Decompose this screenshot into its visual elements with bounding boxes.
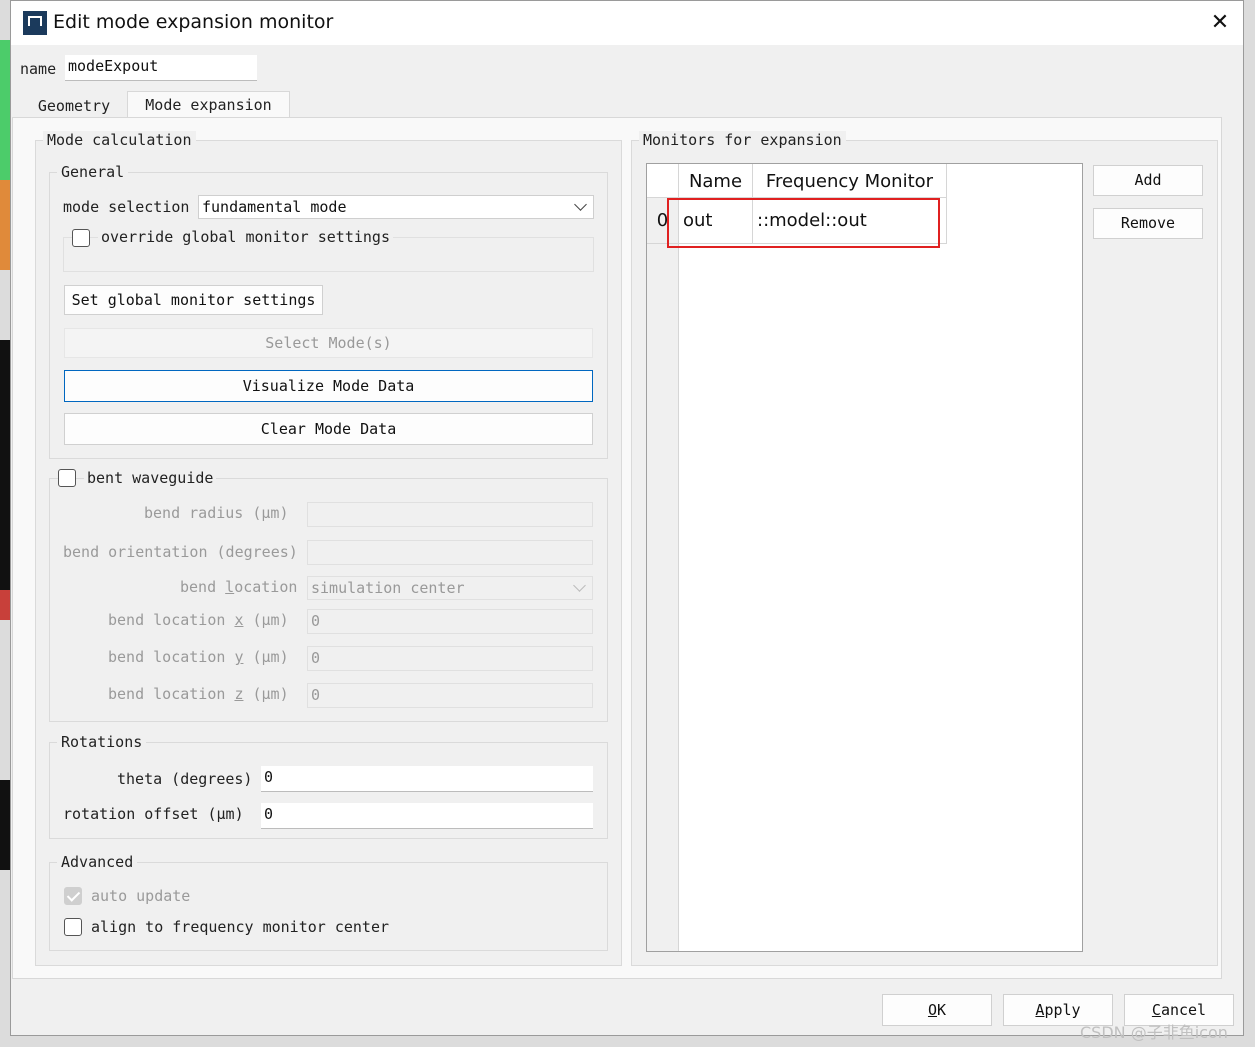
general-title: General	[57, 163, 129, 181]
rotations-title: Rotations	[57, 733, 147, 751]
watermark: CSDN @子非鱼icon	[1080, 1023, 1228, 1042]
close-icon[interactable]: ✕	[1197, 1, 1243, 45]
chevron-down-icon	[573, 579, 586, 592]
bend-z-pre: bend location	[108, 685, 235, 703]
set-global-settings-button[interactable]: Set global monitor settings	[64, 285, 323, 315]
cancel-mnemonic: C	[1151, 1001, 1161, 1019]
mode-calculation-title: Mode calculation	[43, 131, 196, 149]
bend-location-z-input[interactable]: 0	[307, 683, 593, 708]
tab-geometry[interactable]: Geometry	[22, 93, 126, 119]
table-corner	[647, 164, 679, 198]
app-icon	[23, 11, 47, 35]
bend-location-label-pre: bend	[180, 578, 226, 596]
theta-label: theta (degrees)	[117, 770, 253, 788]
bend-location-value: simulation center	[311, 579, 465, 597]
bend-y-post: (μm)	[243, 648, 289, 666]
align-checkbox[interactable]	[64, 918, 82, 936]
auto-update-checkbox[interactable]	[64, 887, 82, 905]
bend-location-label-post: ocation	[234, 578, 298, 596]
chevron-down-icon	[574, 198, 587, 211]
override-label: override global monitor settings	[98, 228, 393, 246]
advanced-title: Advanced	[57, 853, 138, 871]
ok-label-rest: K	[937, 1001, 947, 1019]
visualize-mode-data-button[interactable]: Visualize Mode Data	[64, 370, 593, 402]
tab-mode-expansion[interactable]: Mode expansion	[127, 91, 290, 118]
bend-location-label: bend location	[180, 578, 297, 596]
auto-update-label: auto update	[91, 887, 191, 905]
monitors-title: Monitors for expansion	[639, 131, 846, 149]
bent-waveguide-checkbox[interactable]	[58, 469, 76, 487]
bend-location-z-label: bend location z (μm)	[108, 685, 289, 703]
remove-button[interactable]: Remove	[1093, 208, 1203, 239]
bent-waveguide-label: bent waveguide	[84, 469, 217, 487]
align-label: align to frequency monitor center	[91, 918, 390, 936]
theta-input[interactable]: 0	[261, 766, 593, 792]
bend-y-pre: bend location	[108, 648, 235, 666]
mode-selection-value: fundamental mode	[202, 198, 347, 216]
advanced-group	[49, 862, 608, 951]
bend-x-post: (μm)	[243, 611, 289, 629]
bend-orientation-label: bend orientation (degrees)	[63, 543, 298, 561]
bend-radius-input[interactable]	[307, 502, 593, 527]
cancel-label-rest: ancel	[1160, 1001, 1207, 1019]
monitors-table: Name Frequency Monitor 0 out ::model::ou…	[646, 163, 1083, 952]
bend-z-post: (μm)	[243, 685, 289, 703]
bend-location-x-input[interactable]: 0	[307, 609, 593, 634]
bend-location-x-label: bend location x (μm)	[108, 611, 289, 629]
rotation-offset-label: rotation offset (μm)	[63, 805, 244, 823]
bend-location-label-mnemonic: l	[225, 578, 235, 596]
highlight-box	[667, 198, 940, 248]
column-header-frequency-monitor[interactable]: Frequency Monitor	[753, 164, 947, 198]
apply-label-rest: pply	[1044, 1001, 1081, 1019]
mode-selection-label: mode selection	[63, 198, 190, 216]
add-button[interactable]: Add	[1093, 165, 1203, 196]
row-header-column	[647, 164, 679, 951]
ok-mnemonic: O	[927, 1001, 937, 1019]
name-label: name	[20, 60, 57, 78]
window-title: Edit mode expansion monitor	[53, 11, 334, 33]
clear-mode-data-button[interactable]: Clear Mode Data	[64, 413, 593, 445]
title-bar: Edit mode expansion monitor ✕	[11, 1, 1243, 45]
bend-location-y-input[interactable]: 0	[307, 646, 593, 671]
bend-orientation-input[interactable]	[307, 540, 593, 565]
bend-location-select[interactable]: simulation center	[307, 576, 593, 600]
ok-button[interactable]: OK	[882, 994, 992, 1026]
rotation-offset-input[interactable]: 0	[261, 803, 593, 829]
bend-radius-label: bend radius (μm)	[144, 504, 289, 522]
mode-selection-select[interactable]: fundamental mode	[198, 195, 594, 219]
override-checkbox[interactable]	[72, 229, 90, 247]
column-header-name[interactable]: Name	[679, 164, 753, 198]
bend-x-pre: bend location	[108, 611, 235, 629]
bend-location-y-label: bend location y (μm)	[108, 648, 289, 666]
select-modes-button[interactable]: Select Mode(s)	[64, 328, 593, 358]
name-input[interactable]: modeExpout	[65, 55, 257, 81]
